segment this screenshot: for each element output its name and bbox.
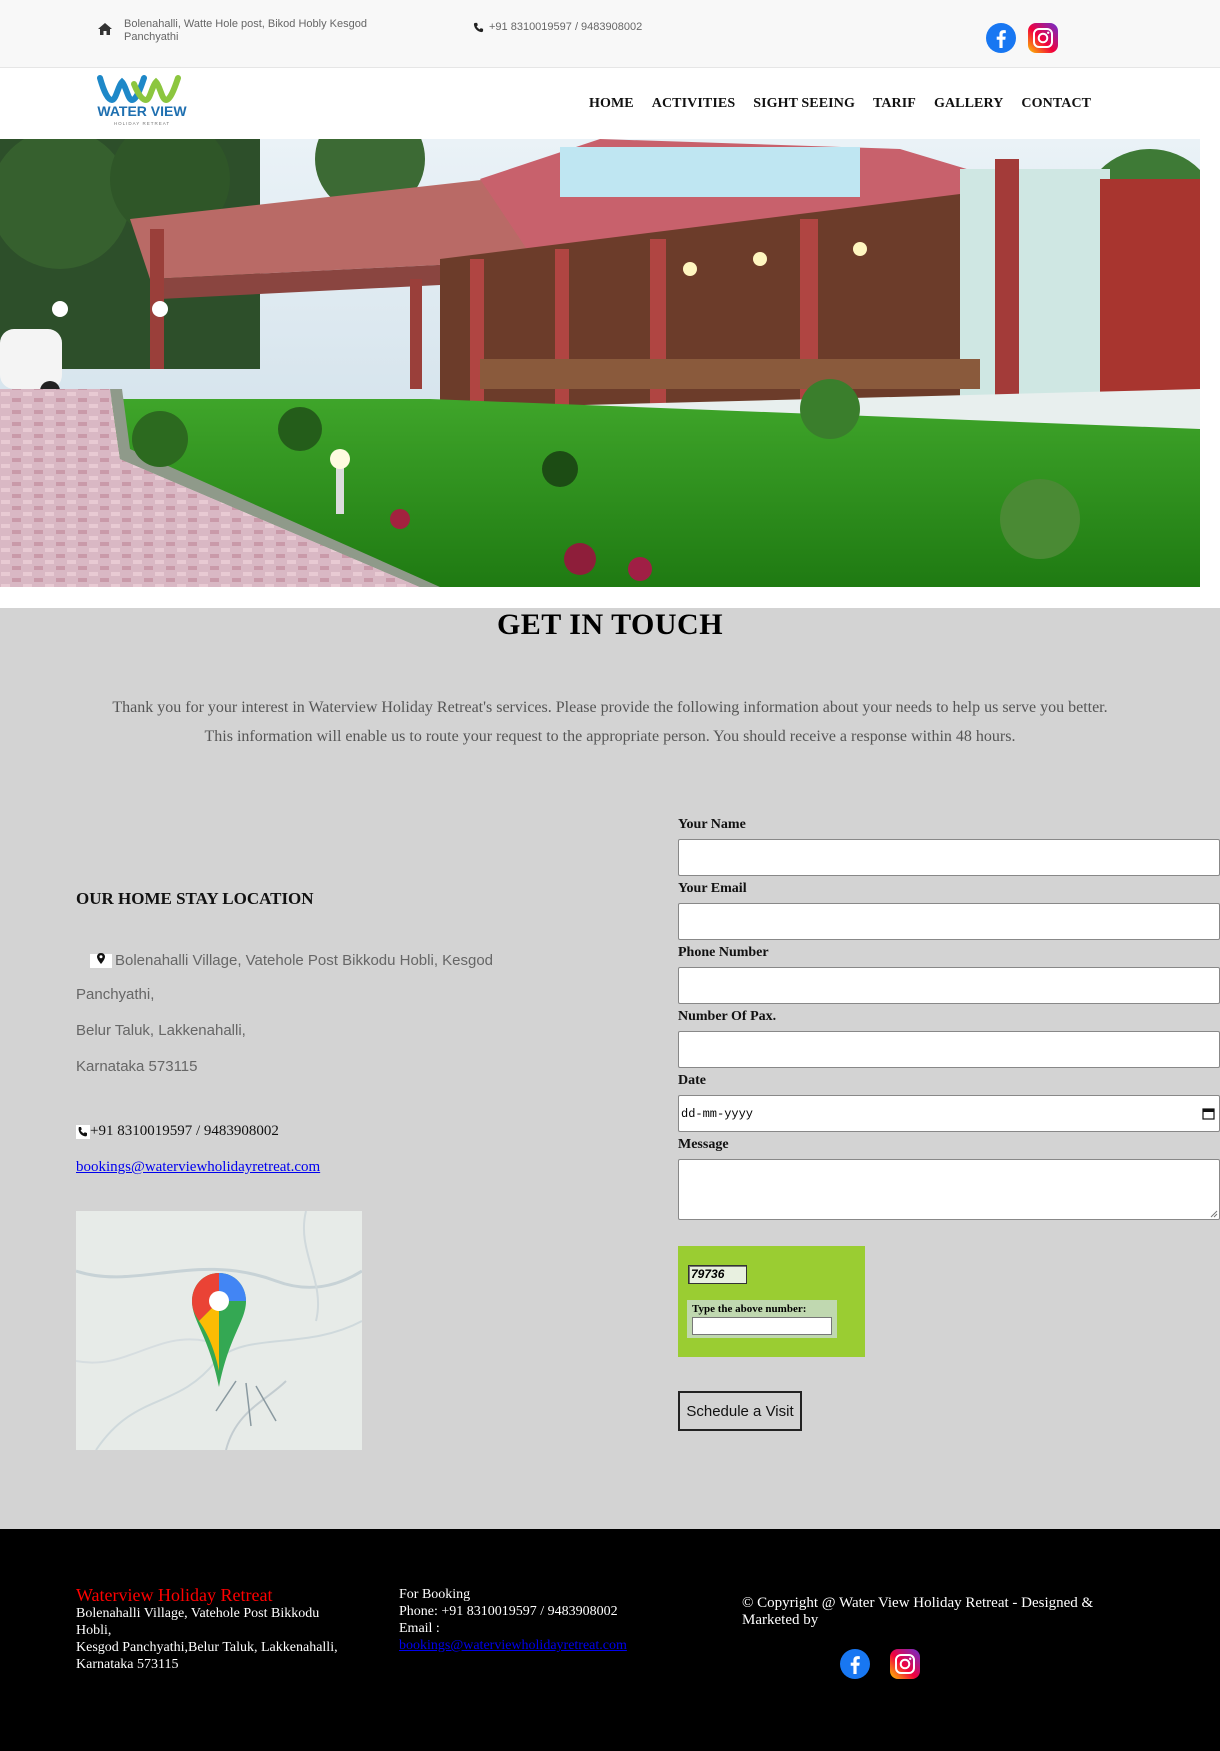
date-placeholder: dd-mm-yyyy	[681, 1106, 754, 1121]
hero-image	[0, 139, 1200, 587]
footer-booking-heading: For Booking	[399, 1587, 471, 1602]
intro-line-1: Thank you for your interest in Waterview…	[112, 699, 1108, 716]
pax-label: Number Of Pax.	[678, 1009, 777, 1024]
topbar-phone: +91 8310019597 / 9483908002	[473, 21, 642, 33]
captcha-entry: Type the above number:	[687, 1300, 837, 1338]
footer-address-line-2: Kesgod Panchyathi,Belur Taluk, Lakkenaha…	[76, 1640, 338, 1655]
message-label: Message	[678, 1137, 729, 1152]
nav-sight-seeing[interactable]: SIGHT SEEING	[753, 96, 855, 112]
intro-line-2: This information will enable us to route…	[204, 728, 1016, 745]
phone-icon	[473, 22, 484, 32]
footer-address-line-3: Karnataka 573115	[76, 1657, 179, 1672]
phone-field[interactable]	[678, 967, 1220, 1004]
address-line-2: Panchyathi,	[76, 986, 155, 1003]
date-field[interactable]: dd-mm-yyyy	[678, 1095, 1220, 1132]
footer-address: Waterview Holiday Retreat Bolenahalli Vi…	[76, 1585, 356, 1673]
location-email-link[interactable]: bookings@waterviewholidayretreat.com	[76, 1159, 320, 1176]
map-image[interactable]	[76, 1211, 362, 1450]
location-phone: +91 8310019597 / 9483908002	[76, 1123, 279, 1140]
location-phone-text: +91 8310019597 / 9483908002	[90, 1123, 279, 1139]
logo[interactable]: WATER VIEW HOLIDAY RETREAT	[94, 72, 190, 134]
location-heading: OUR HOME STAY LOCATION	[76, 889, 314, 908]
logo-sub-text: HOLIDAY RETREAT	[114, 121, 170, 126]
address-line-4: Karnataka 573115	[76, 1058, 198, 1075]
nav-gallery[interactable]: GALLERY	[934, 96, 1003, 112]
nav-activities[interactable]: ACTIVITIES	[652, 96, 735, 112]
nav-tarif[interactable]: TARIF	[873, 96, 916, 112]
address-line-1: Bolenahalli Village, Vatehole Post Bikko…	[115, 951, 494, 969]
topbar-address-text: Bolenahalli, Watte Hole post, Bikod Hobl…	[124, 18, 367, 43]
email-label: Your Email	[678, 881, 747, 896]
phone-icon	[76, 1124, 90, 1139]
location-address: Bolenahalli Village, Vatehole Post Bikko…	[76, 950, 516, 1078]
nav-contact[interactable]: CONTACT	[1021, 96, 1091, 112]
instagram-icon[interactable]	[890, 1649, 920, 1679]
nav-home[interactable]: HOME	[589, 96, 634, 112]
footer-booking: For Booking Phone: +91 8310019597 / 9483…	[399, 1586, 679, 1654]
footer-copyright: © Copyright @ Water View Holiday Retreat…	[742, 1595, 1094, 1628]
topbar-address: Bolenahalli, Watte Hole post, Bikod Hobl…	[97, 18, 394, 44]
page-title: GET IN TOUCH	[496, 608, 724, 641]
instagram-icon[interactable]	[1028, 23, 1058, 53]
footer-booking-email-label: Email :	[399, 1621, 440, 1636]
address-line-3: Belur Taluk, Lakkenahalli,	[76, 1022, 246, 1039]
top-contact-bar: Bolenahalli, Watte Hole post, Bikod Hobl…	[0, 0, 1220, 68]
facebook-icon[interactable]	[986, 23, 1016, 53]
schedule-visit-button[interactable]: Schedule a Visit	[678, 1391, 802, 1431]
date-label: Date	[678, 1073, 706, 1088]
message-field[interactable]	[678, 1159, 1220, 1220]
footer-booking-phone: Phone: +91 8310019597 / 9483908002	[399, 1604, 618, 1619]
main-nav: HOME ACTIVITIES SIGHT SEEING TARIF GALLE…	[589, 96, 1109, 112]
topbar-phone-text: +91 8310019597 / 9483908002	[489, 21, 643, 33]
contact-intro: Thank you for your interest in Waterview…	[60, 693, 1160, 751]
footer-brand: Waterview Holiday Retreat	[76, 1585, 273, 1605]
logo-brand-text: WATER VIEW	[97, 103, 187, 119]
captcha-input[interactable]	[692, 1317, 832, 1335]
contact-section: GET IN TOUCH Thank you for your interest…	[0, 608, 1220, 1529]
pax-field[interactable]	[678, 1031, 1220, 1068]
home-icon	[98, 23, 112, 35]
name-label: Your Name	[678, 817, 746, 832]
captcha-label: Type the above number:	[692, 1303, 807, 1315]
name-field[interactable]	[678, 839, 1220, 876]
resize-handle-icon[interactable]	[1209, 1209, 1218, 1218]
captcha-box: 79736 Type the above number:	[678, 1246, 865, 1357]
phone-label: Phone Number	[678, 945, 769, 960]
email-field[interactable]	[678, 903, 1220, 940]
footer-address-line-1: Bolenahalli Village, Vatehole Post Bikko…	[76, 1606, 320, 1638]
facebook-icon[interactable]	[840, 1649, 870, 1679]
captcha-number: 79736	[688, 1265, 747, 1284]
calendar-icon[interactable]	[1202, 1107, 1215, 1120]
map-pin-icon	[90, 953, 112, 968]
footer: Waterview Holiday Retreat Bolenahalli Vi…	[0, 1529, 1220, 1751]
footer-booking-email-link[interactable]: bookings@waterviewholidayretreat.com	[399, 1638, 627, 1653]
